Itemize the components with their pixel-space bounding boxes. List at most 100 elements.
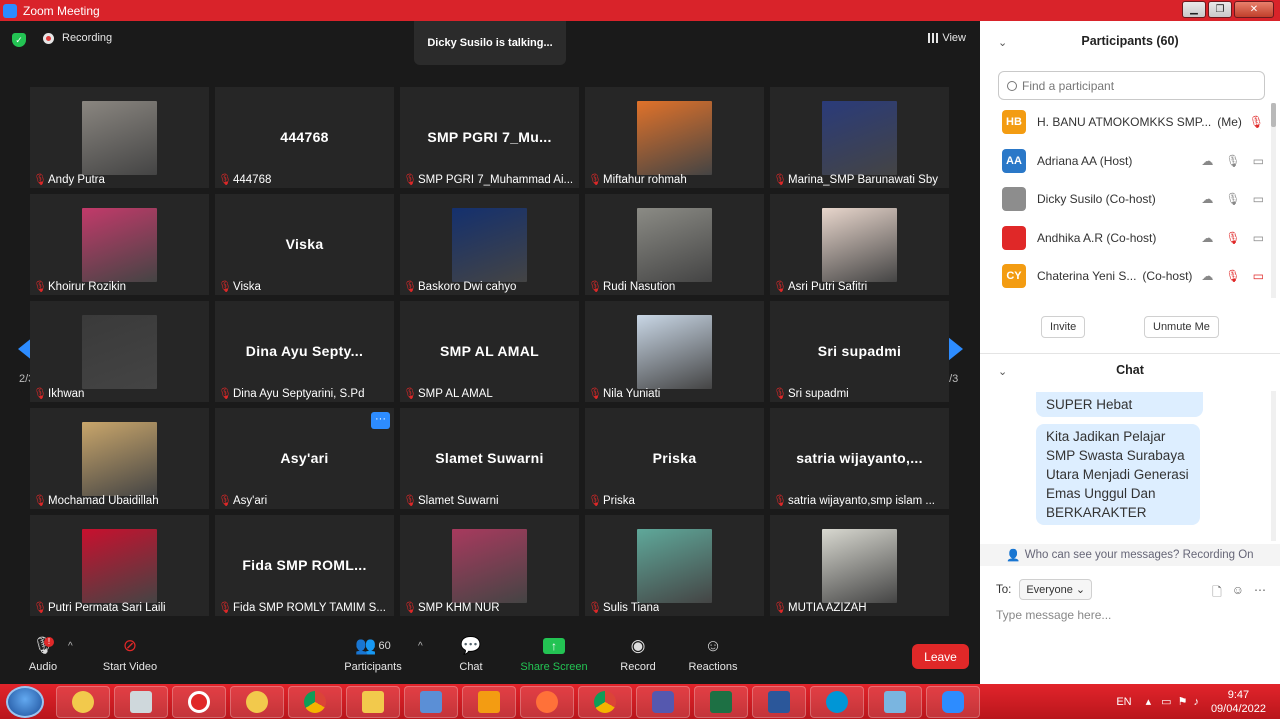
- video-tile[interactable]: Sri supadmi 🎙 Sri supadmi: [770, 301, 949, 402]
- show-hidden-icons-icon[interactable]: ▴: [1146, 695, 1152, 708]
- unmute-me-button[interactable]: Unmute Me: [1144, 316, 1219, 338]
- video-tile[interactable]: 🎙 Sulis Tiana: [585, 515, 764, 616]
- participant-list-scrollbar[interactable]: [1271, 103, 1276, 298]
- participants-button[interactable]: 👥 60 Participants: [340, 635, 406, 673]
- emoji-icon[interactable]: ☺: [1232, 583, 1244, 604]
- view-button[interactable]: View: [928, 32, 966, 44]
- video-tile[interactable]: SMP PGRI 7_Mu... 🎙 SMP PGRI 7_Muhammad Ai.…: [400, 87, 579, 188]
- chat-privacy-notice[interactable]: 👤 Who can see your messages? Recording O…: [980, 544, 1280, 566]
- start-button[interactable]: [6, 686, 44, 718]
- share-screen-button[interactable]: ↑ Share Screen: [518, 635, 590, 673]
- close-button[interactable]: ✕: [1234, 1, 1274, 18]
- taskbar-app-2[interactable]: [114, 686, 168, 718]
- video-camera-icon[interactable]: ▭: [1253, 269, 1264, 283]
- taskbar-app-5[interactable]: [288, 686, 342, 718]
- recording-indicator[interactable]: Recording: [43, 32, 112, 44]
- participant-row[interactable]: AA Adriana AA (Host) ☁ 🎙 ▭: [980, 142, 1270, 181]
- video-tile[interactable]: 🎙 Marina_SMP Barunawati Sby: [770, 87, 949, 188]
- recipient-select[interactable]: Everyone ⌄: [1019, 579, 1093, 600]
- video-tile[interactable]: satria wijayanto,... 🎙 satria wijayanto,sm…: [770, 408, 949, 509]
- taskbar-app-10[interactable]: [578, 686, 632, 718]
- network-tray-icon[interactable]: ▭: [1161, 695, 1171, 708]
- meeting-area: ✓ Recording Dicky Susilo is talking... V…: [0, 21, 980, 684]
- video-tile[interactable]: 🎙 Asri Putri Safitri: [770, 194, 949, 295]
- participant-row[interactable]: CY Chaterina Yeni S... (Co-host) ☁ 🎙 ▭: [980, 257, 1270, 296]
- microphone-icon[interactable]: 🎙: [1225, 154, 1240, 168]
- taskbar-app-3[interactable]: [172, 686, 226, 718]
- reactions-button[interactable]: ☺ Reactions: [686, 635, 740, 673]
- minimize-button[interactable]: ▁: [1182, 1, 1206, 18]
- video-camera-icon[interactable]: ▭: [1253, 192, 1264, 206]
- video-tile[interactable]: 🎙 Rudi Nasution: [585, 194, 764, 295]
- language-indicator[interactable]: EN: [1116, 696, 1131, 708]
- microphone-icon: 🎙: [32, 636, 54, 655]
- video-tile[interactable]: 🎙 MUTIA AZIZAH: [770, 515, 949, 616]
- video-camera-icon[interactable]: ▭: [1253, 154, 1264, 168]
- participant-name-label: 🎙 Sulis Tiana: [588, 601, 659, 615]
- microphone-icon[interactable]: 🎙: [1225, 192, 1240, 206]
- tile-more-options-button[interactable]: ···: [371, 412, 390, 429]
- video-tile[interactable]: Viska 🎙 Viska: [215, 194, 394, 295]
- taskbar-app-15[interactable]: [868, 686, 922, 718]
- file-icon[interactable]: 🗋: [1212, 583, 1222, 604]
- microphone-icon[interactable]: 🎙: [1225, 231, 1240, 245]
- video-tile[interactable]: Dina Ayu Septy... 🎙 Dina Ayu Septyarini, S…: [215, 301, 394, 402]
- taskbar-app-13[interactable]: [752, 686, 806, 718]
- muted-microphone-icon[interactable]: 🎙: [1249, 115, 1264, 129]
- participant-display-name: Asy'ari: [280, 450, 329, 466]
- volume-icon[interactable]: ♪: [1193, 696, 1199, 708]
- chat-message-input[interactable]: Type message here...: [996, 608, 1111, 622]
- invite-button[interactable]: Invite: [1041, 316, 1086, 338]
- action-center-icon[interactable]: ⚑: [1178, 695, 1188, 708]
- video-tile[interactable]: Slamet Suwarni 🎙 Slamet Suwarni: [400, 408, 579, 509]
- video-tile[interactable]: Priska 🎙 Priska: [585, 408, 764, 509]
- taskbar-app-4[interactable]: [230, 686, 284, 718]
- record-button[interactable]: ◉ Record: [618, 635, 658, 673]
- taskbar-app-16[interactable]: [926, 686, 980, 718]
- video-tile[interactable]: 🎙 Mochamad Ubaidillah: [30, 408, 209, 509]
- microphone-icon[interactable]: 🎙: [1225, 269, 1240, 283]
- more-options-icon[interactable]: ⋯: [1254, 583, 1266, 604]
- audio-options-caret[interactable]: ^: [68, 641, 73, 652]
- video-tile[interactable]: 🎙 SMP KHM NUR: [400, 515, 579, 616]
- participant-row[interactable]: Andhika A.R (Co-host) ☁ 🎙 ▭: [980, 219, 1270, 258]
- participant-search-input[interactable]: Find a participant: [998, 71, 1265, 100]
- chat-button[interactable]: 💬 Chat: [455, 635, 487, 673]
- taskbar-app-8[interactable]: [462, 686, 516, 718]
- participants-options-caret[interactable]: ^: [418, 641, 423, 652]
- video-tile[interactable]: 🎙 Nila Yuniati: [585, 301, 764, 402]
- taskbar-app-1[interactable]: [56, 686, 110, 718]
- start-video-button[interactable]: ⊘ Start Video: [98, 635, 162, 673]
- chrome-icon: [304, 691, 326, 713]
- video-tile[interactable]: 🎙 Andy Putra: [30, 87, 209, 188]
- video-tile[interactable]: SMP AL AMAL 🎙 SMP AL AMAL: [400, 301, 579, 402]
- video-tile[interactable]: 🎙 Miftahur rohmah: [585, 87, 764, 188]
- chat-scrollbar[interactable]: [1271, 391, 1276, 541]
- video-camera-icon[interactable]: ▭: [1253, 231, 1264, 245]
- privacy-text: Who can see your messages? Recording On: [1024, 549, 1254, 561]
- taskbar-app-7[interactable]: [404, 686, 458, 718]
- taskbar-app-11[interactable]: [636, 686, 690, 718]
- taskbar-app-9[interactable]: [520, 686, 574, 718]
- muted-microphone-icon: 🎙: [773, 174, 787, 186]
- window-title: Zoom Meeting: [23, 3, 100, 18]
- taskbar-app-6[interactable]: [346, 686, 400, 718]
- video-tile[interactable]: 🎙 Baskoro Dwi cahyo: [400, 194, 579, 295]
- encryption-shield-icon[interactable]: ✓: [12, 33, 26, 47]
- participant-row[interactable]: Dicky Susilo (Co-host) ☁ 🎙 ▭: [980, 180, 1270, 219]
- muted-microphone-icon: 🎙: [218, 602, 232, 614]
- clock[interactable]: 9:47 09/04/2022: [1211, 688, 1266, 716]
- taskbar-app-14[interactable]: [810, 686, 864, 718]
- audio-button[interactable]: 🎙 Audio: [24, 635, 62, 673]
- video-tile[interactable]: 444768 🎙 444768: [215, 87, 394, 188]
- leave-button[interactable]: Leave: [912, 644, 969, 669]
- participant-row[interactable]: HB H. BANU ATMOKOMKKS SMP... (Me) 🎙: [980, 103, 1270, 142]
- video-tile[interactable]: Fida SMP ROML... 🎙 Fida SMP ROMLY TAMIM S.…: [215, 515, 394, 616]
- video-tile[interactable]: Asy'ari ··· 🎙 Asy'ari: [215, 408, 394, 509]
- video-tile[interactable]: 🎙 Ikhwan: [30, 301, 209, 402]
- maximize-button[interactable]: ❐: [1208, 1, 1232, 18]
- participant-video: [637, 208, 712, 282]
- video-tile[interactable]: 🎙 Putri Permata Sari Laili: [30, 515, 209, 616]
- video-tile[interactable]: 🎙 Khoirur Rozikin: [30, 194, 209, 295]
- taskbar-app-12[interactable]: [694, 686, 748, 718]
